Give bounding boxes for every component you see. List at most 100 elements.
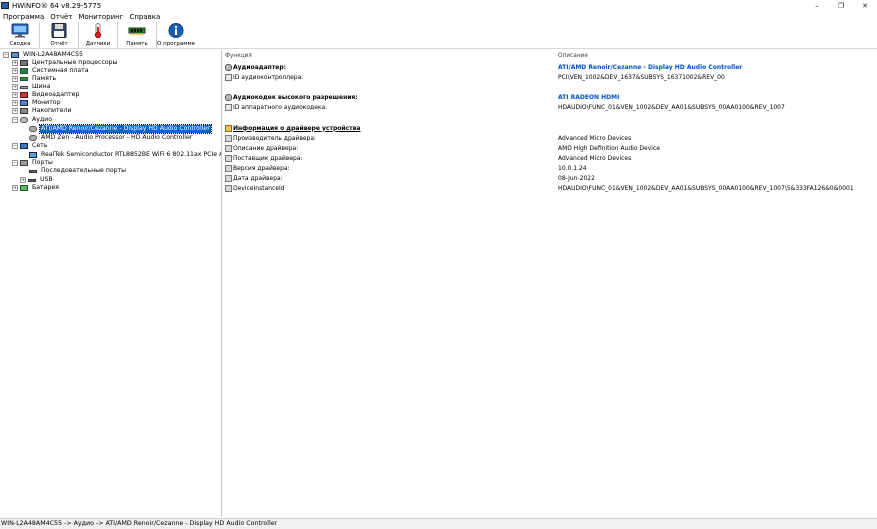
expand-toggle[interactable]: + [20,177,26,183]
id-icon [225,73,232,81]
item-icon [225,144,232,152]
detail-name: ID аудиоконтроллера: [233,73,304,81]
expand-toggle[interactable]: + [12,68,18,74]
menu-program[interactable]: Программа [0,13,47,21]
tree-item-computer[interactable]: − WIN-L2A48AM4C55 [3,51,84,59]
tree-item-usb[interactable]: + USB [20,176,54,184]
tree-item-monitor[interactable]: + Монитор [12,99,62,107]
expand-toggle[interactable]: + [12,76,18,82]
memory-label: Память [126,41,148,47]
collapse-toggle[interactable]: − [12,160,18,166]
collapse-toggle[interactable]: − [12,143,18,149]
tree-item-label: Сеть [32,142,48,149]
drive-icon [20,108,28,114]
tree-item-network[interactable]: − Сеть [12,142,48,150]
tree-item-bus[interactable]: + Шина [12,83,51,91]
detail-row[interactable]: Дата драйвера: 08-Jun-2022 [223,173,877,183]
detail-value: 08-Jun-2022 [558,174,595,182]
memory-button[interactable]: Память [119,22,155,49]
detail-row[interactable]: ID аппаратного аудиокодека: HDAUDIO\FUNC… [223,102,877,112]
expand-toggle[interactable]: + [12,100,18,106]
column-header-feature[interactable]: Функция [225,53,252,59]
item-icon [225,154,232,162]
tree-item-video[interactable]: + Видеоадаптер [12,91,80,99]
tree-item-memory[interactable]: + Память [12,75,57,83]
detail-value: HDAUDIO\FUNC_01&VEN_1002&DEV_AA01&SUBSYS… [558,184,854,192]
detail-name: Производитель драйвера: [233,134,317,142]
expand-toggle[interactable]: + [12,185,18,191]
collapse-toggle[interactable]: − [3,52,9,58]
thermometer-icon [89,23,107,38]
detail-row[interactable]: Производитель драйвера: Advanced Micro D… [223,133,877,143]
menu-monitoring[interactable]: Мониторинг [75,13,126,21]
detail-row[interactable]: Аудиокодек высокого разрешения: ATI RADE… [223,92,877,102]
menu-help[interactable]: Справка [126,13,163,21]
device-tree[interactable]: − WIN-L2A48AM4C55 + Центральные процессо… [0,50,222,517]
tree-item-amd-audio[interactable]: AMD Zen - Audio Processor - HD Audio Con… [29,134,193,142]
report-button[interactable]: Отчёт [41,22,77,49]
tree-item-ati-audio[interactable]: ATI/AMD Renoir/Cezanne - Display HD Audi… [29,124,212,134]
tree-item-ports[interactable]: − Порты [12,159,54,167]
about-label: О программе [157,41,195,47]
tree-item-label: RealTek Semiconductor RTL8852BE WiFi 6 8… [41,151,222,158]
speaker-icon [225,93,232,101]
computer-icon [11,52,19,58]
expand-toggle[interactable]: + [12,108,18,114]
title-bar: HWiNFO® 64 v8.29-5775 – ❐ ✕ [0,0,877,11]
status-path: WIN-L2A48AM4C55 -> Аудио -> ATI/AMD Reno… [1,520,278,527]
detail-name: Описание драйвера: [233,144,299,152]
window-controls: – ❐ ✕ [805,0,877,11]
tree-item-label: Шина [32,83,51,90]
tree-item-label: Центральные процессоры [32,59,118,66]
tree-item-label: Накопители [32,107,72,114]
detail-row[interactable]: DeviceInstanceId HDAUDIO\FUNC_01&VEN_100… [223,183,877,193]
expand-toggle[interactable]: + [12,60,18,66]
tree-item-drives[interactable]: + Накопители [12,107,72,115]
detail-row[interactable]: Описание драйвера: AMD High Definition A… [223,143,877,153]
tree-item-audio[interactable]: − Аудио [12,116,53,124]
tree-item-serial-ports[interactable]: Последовательные порты [29,167,127,175]
usb-icon [28,178,36,182]
detail-section-row[interactable]: Информация о драйвере устройства [223,123,877,133]
memory-icon [20,77,28,81]
id-icon [225,103,232,111]
folder-icon [225,124,232,132]
bus-icon [20,85,28,89]
details-pane[interactable]: Функция Описание Аудиоадаптер: ATI/AMD R… [223,50,877,517]
status-bar: WIN-L2A48AM4C55 -> Аудио -> ATI/AMD Reno… [0,518,877,529]
motherboard-icon [20,68,28,74]
sensors-button[interactable]: Датчики [80,22,116,49]
report-label: Отчёт [50,41,68,47]
summary-button[interactable]: Сводка [2,22,38,49]
close-button[interactable]: ✕ [853,0,877,11]
detail-row[interactable]: Аудиоадаптер: ATI/AMD Renoir/Cezanne - D… [223,62,877,72]
floppy-disk-icon [50,23,68,38]
menu-report[interactable]: Отчёт [47,13,75,21]
tree-item-battery[interactable]: + Батарея [12,184,60,192]
tree-item-label: ATI/AMD Renoir/Cezanne - Display HD Audi… [39,124,212,134]
detail-value: Advanced Micro Devices [558,154,632,162]
wifi-adapter-icon [29,152,37,158]
tree-item-motherboard[interactable]: + Системная плата [12,67,90,75]
item-icon [225,184,232,192]
ports-icon [20,160,28,166]
expand-toggle[interactable]: + [12,92,18,98]
minimize-button[interactable]: – [805,0,829,11]
app-icon [1,2,9,9]
monitor-icon [11,23,29,38]
expand-toggle[interactable]: + [12,84,18,90]
about-button[interactable]: О программе [157,22,195,49]
tree-item-cpu[interactable]: + Центральные процессоры [12,59,118,67]
detail-value: HDAUDIO\FUNC_01&VEN_1002&DEV_AA01&SUBSYS… [558,103,785,111]
detail-row[interactable]: ID аудиоконтроллера: PCI\VEN_1002&DEV_16… [223,72,877,82]
detail-row[interactable]: Версия драйвера: 10.0.1.24 [223,163,877,173]
info-icon [167,23,185,38]
detail-row[interactable]: Поставщик драйвера: Advanced Micro Devic… [223,153,877,163]
maximize-button[interactable]: ❐ [829,0,853,11]
column-header-description[interactable]: Описание [558,53,588,59]
tree-item-label: Порты [32,159,53,166]
tree-item-wifi[interactable]: RealTek Semiconductor RTL8852BE WiFi 6 8… [29,151,222,159]
tree-item-label: Видеоадаптер [32,91,80,98]
collapse-toggle[interactable]: − [12,117,18,123]
item-icon [225,134,232,142]
